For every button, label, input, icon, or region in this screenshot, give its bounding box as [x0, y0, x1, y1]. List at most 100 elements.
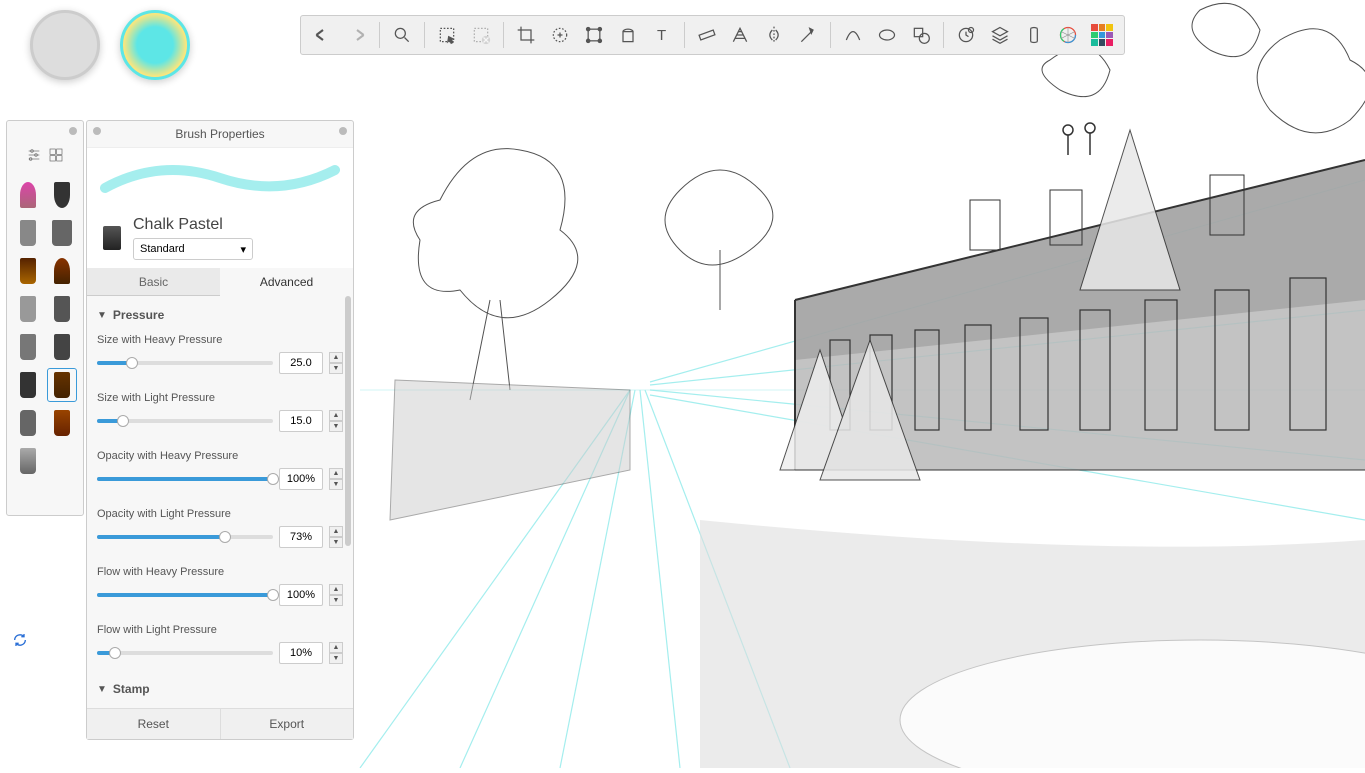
slider-track[interactable] [97, 477, 273, 481]
slider-flow-heavy: Flow with Heavy Pressure 100% ▲▼ [97, 560, 343, 618]
step-down-button[interactable]: ▼ [329, 595, 343, 606]
main-toolbar: T [300, 15, 1125, 55]
brush-eraser-soft[interactable] [13, 406, 43, 440]
brush-eraser-hard[interactable] [47, 330, 77, 364]
step-up-button[interactable]: ▲ [329, 352, 343, 363]
brush-name-label: Chalk Pastel [133, 216, 337, 234]
step-down-button[interactable]: ▼ [329, 363, 343, 374]
value-input[interactable]: 100% [279, 584, 323, 606]
brush-blender[interactable] [13, 444, 43, 478]
step-down-button[interactable]: ▼ [329, 653, 343, 664]
brush-airbrush[interactable] [13, 216, 43, 250]
pin-icon[interactable] [339, 127, 347, 135]
brush-library-panel [6, 120, 84, 516]
deselect-button[interactable] [465, 19, 497, 51]
brush-custom[interactable] [47, 406, 77, 440]
pin-icon[interactable] [93, 127, 101, 135]
foreground-color-puck[interactable] [120, 10, 190, 80]
section-stamp-label: Stamp [113, 682, 150, 696]
brush-properties-panel: Brush Properties Chalk Pastel Standard ▾… [86, 120, 354, 740]
slider-label: Opacity with Heavy Pressure [97, 450, 343, 462]
brush-stroke-preview [87, 148, 353, 208]
slider-size-light: Size with Light Pressure 15.0 ▲▼ [97, 386, 343, 444]
pin-icon[interactable] [69, 127, 77, 135]
brush-chalk[interactable] [13, 368, 43, 402]
ellipse-tool-button[interactable] [871, 19, 903, 51]
slider-spacing: Spacing 0.5 ▲▼ [97, 702, 343, 708]
export-button[interactable]: Export [221, 709, 354, 739]
sync-icon[interactable] [12, 632, 28, 648]
crop-button[interactable] [510, 19, 542, 51]
step-up-button[interactable]: ▲ [329, 410, 343, 421]
value-input[interactable]: 100% [279, 468, 323, 490]
brush-pastel-selected[interactable] [47, 368, 77, 402]
slider-label: Size with Light Pressure [97, 392, 343, 404]
brush-marker[interactable] [13, 292, 43, 326]
curve-tool-button[interactable] [837, 19, 869, 51]
reset-button[interactable]: Reset [87, 709, 221, 739]
step-down-button[interactable]: ▼ [329, 479, 343, 490]
redo-button[interactable] [341, 19, 373, 51]
section-pressure-header[interactable]: ▼ Pressure [97, 302, 343, 328]
slider-track[interactable] [97, 361, 273, 365]
preset-selected-label: Standard [140, 243, 185, 255]
panel-title: Brush Properties [87, 121, 353, 148]
tab-advanced[interactable]: Advanced [220, 268, 353, 296]
section-stamp-header[interactable]: ▼ Stamp [97, 676, 343, 702]
step-up-button[interactable]: ▲ [329, 642, 343, 653]
grid-view-icon[interactable] [48, 147, 64, 168]
add-selection-button[interactable] [544, 19, 576, 51]
value-input[interactable]: 15.0 [279, 410, 323, 432]
brush-thumbnail [103, 226, 121, 250]
step-up-button[interactable]: ▲ [329, 584, 343, 595]
step-up-button[interactable]: ▲ [329, 468, 343, 479]
predictive-stroke-button[interactable] [792, 19, 824, 51]
color-wheel-button[interactable] [1052, 19, 1084, 51]
scrollbar[interactable] [345, 296, 351, 546]
fill-button[interactable] [612, 19, 644, 51]
transform-button[interactable] [578, 19, 610, 51]
brush-inkpen[interactable] [13, 254, 43, 288]
panel-title-text: Brush Properties [175, 127, 264, 141]
ruler-button[interactable] [691, 19, 723, 51]
value-input[interactable]: 73% [279, 526, 323, 548]
panel-footer: Reset Export [87, 708, 353, 739]
slider-track[interactable] [97, 419, 273, 423]
step-down-button[interactable]: ▼ [329, 537, 343, 548]
slider-track[interactable] [97, 535, 273, 539]
copic-library-button[interactable] [1086, 19, 1118, 51]
slider-flow-light: Flow with Light Pressure 10% ▲▼ [97, 618, 343, 676]
step-down-button[interactable]: ▼ [329, 421, 343, 432]
brush-pen[interactable] [47, 178, 77, 212]
brush-preset-dropdown[interactable]: Standard ▾ [133, 238, 253, 260]
value-input[interactable]: 10% [279, 642, 323, 664]
symmetry-button[interactable] [758, 19, 790, 51]
chevron-down-icon: ▾ [240, 243, 246, 256]
select-rect-button[interactable] [431, 19, 463, 51]
brush-chisel[interactable] [47, 292, 77, 326]
background-color-puck[interactable] [30, 10, 100, 80]
layers-button[interactable] [984, 19, 1016, 51]
property-tabs: Basic Advanced [87, 268, 353, 296]
slider-track[interactable] [97, 651, 273, 655]
brush-marker-wide[interactable] [47, 216, 77, 250]
shape-tool-button[interactable] [905, 19, 937, 51]
slider-size-heavy: Size with Heavy Pressure 25.0 ▲▼ [97, 328, 343, 386]
brush-smudge[interactable] [13, 330, 43, 364]
zoom-button[interactable] [386, 19, 418, 51]
slider-track[interactable] [97, 593, 273, 597]
tab-basic[interactable]: Basic [87, 268, 220, 296]
text-button[interactable]: T [646, 19, 678, 51]
value-input[interactable]: 25.0 [279, 352, 323, 374]
timelapse-button[interactable] [950, 19, 982, 51]
step-up-button[interactable]: ▲ [329, 526, 343, 537]
sliders-view-icon[interactable] [26, 147, 42, 168]
flipbook-button[interactable] [1018, 19, 1050, 51]
section-pressure-label: Pressure [113, 308, 164, 322]
brush-pencil[interactable] [13, 178, 43, 212]
perspective-grid-button[interactable] [724, 19, 756, 51]
slider-label: Flow with Light Pressure [97, 624, 343, 636]
brush-grid [13, 178, 77, 478]
brush-paintbrush[interactable] [47, 254, 77, 288]
undo-button[interactable] [307, 19, 339, 51]
